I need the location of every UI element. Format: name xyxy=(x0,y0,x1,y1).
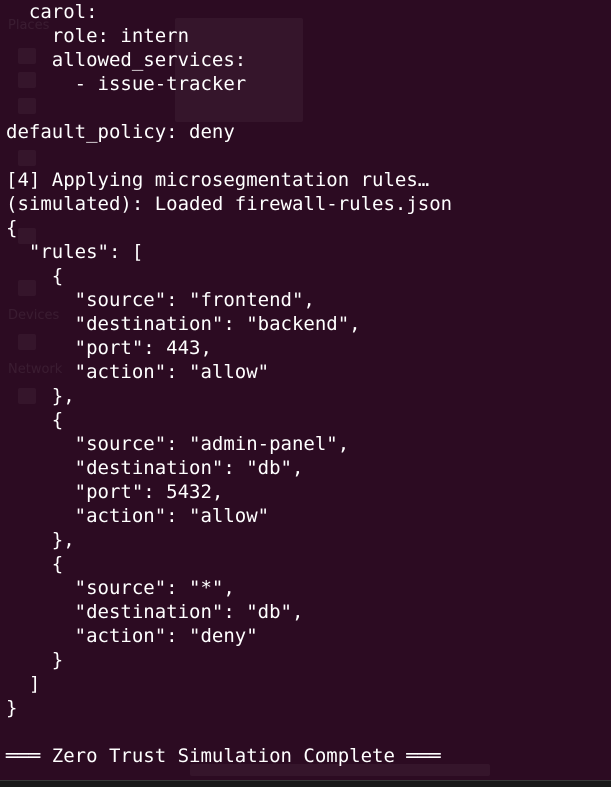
terminal-output[interactable]: carol: role: intern allowed_services: - … xyxy=(6,0,452,768)
terminal-line: "source": "*", xyxy=(6,577,235,599)
terminal-line: "destination": "backend", xyxy=(6,313,361,335)
terminal-line: default_policy: deny xyxy=(6,121,235,143)
terminal-line: role: intern xyxy=(6,25,190,47)
terminal-line: }, xyxy=(6,385,75,407)
terminal-line: } xyxy=(6,697,18,719)
terminal-line: "source": "admin-panel", xyxy=(6,433,350,455)
terminal-line: ] xyxy=(6,673,41,695)
terminal-line: (simulated): Loaded firewall-rules.json xyxy=(6,193,453,215)
terminal-line: { xyxy=(6,217,18,239)
terminal-line: { xyxy=(6,553,64,575)
terminal-line: }, xyxy=(6,529,75,551)
terminal-line: "action": "deny" xyxy=(6,625,258,647)
terminal-line: "source": "frontend", xyxy=(6,289,315,311)
terminal-line: "rules": [ xyxy=(6,241,144,263)
terminal-line: ═══ Zero Trust Simulation Complete ═══ xyxy=(6,745,441,767)
terminal-line: carol: xyxy=(6,1,98,23)
terminal-line: "port": 5432, xyxy=(6,481,224,503)
terminal-line: { xyxy=(6,265,64,287)
terminal-line: "port": 443, xyxy=(6,337,212,359)
terminal-line: "destination": "db", xyxy=(6,457,304,479)
terminal-window[interactable]: Places Devices Network carol: role: inte… xyxy=(0,0,611,780)
terminal-line: allowed_services: xyxy=(6,49,247,71)
terminal-line: - issue-tracker xyxy=(6,73,247,95)
taskbar-strip xyxy=(0,780,611,787)
terminal-line: { xyxy=(6,409,64,431)
terminal-line: [4] Applying microsegmentation rules… xyxy=(6,169,430,191)
terminal-line: "action": "allow" xyxy=(6,505,270,527)
terminal-line: "destination": "db", xyxy=(6,601,304,623)
terminal-line: "action": "allow" xyxy=(6,361,270,383)
terminal-line: } xyxy=(6,649,64,671)
